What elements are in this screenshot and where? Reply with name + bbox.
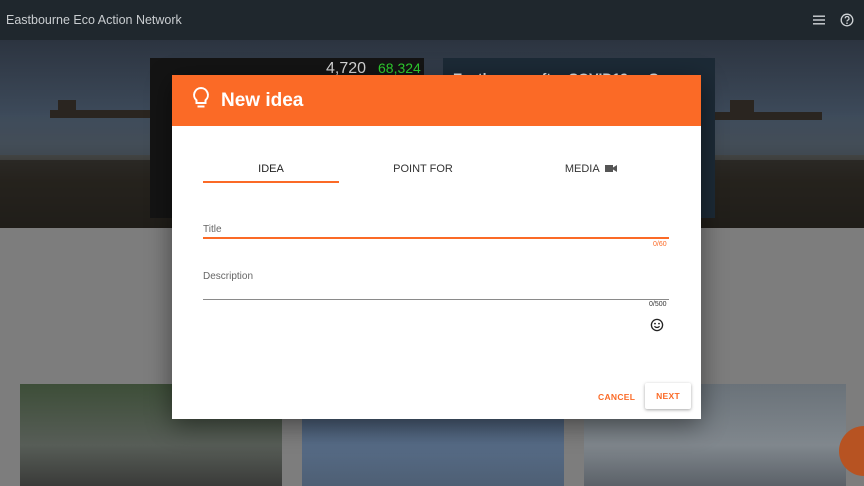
description-char-counter: 0/500 (649, 301, 667, 308)
next-button-label: NEXT (656, 391, 680, 401)
dialog-tabs: IDEA POINT FOR MEDIA (203, 161, 669, 185)
description-field-underline (203, 299, 669, 300)
tab-point-for[interactable]: POINT FOR (355, 161, 491, 185)
help-circle-icon[interactable] (840, 13, 854, 27)
tab-media[interactable]: MEDIA (513, 161, 669, 185)
active-tab-indicator (203, 181, 339, 183)
top-app-bar: Eastbourne Eco Action Network (0, 0, 864, 40)
tab-idea-label: IDEA (258, 163, 284, 175)
title-input[interactable] (203, 217, 673, 239)
cancel-button[interactable]: CANCEL (598, 392, 635, 402)
title-field-underline (203, 237, 669, 239)
topbar-actions (812, 13, 854, 27)
dialog-title: New idea (221, 89, 304, 111)
lightbulb-icon (191, 86, 211, 115)
new-idea-dialog: New idea IDEA POINT FOR MEDIA Title 0/60… (172, 75, 701, 419)
description-input[interactable] (203, 283, 673, 303)
description-field-label: Description (203, 271, 254, 282)
title-char-counter: 0/60 (653, 241, 667, 248)
hamburger-menu-icon[interactable] (812, 14, 826, 26)
video-number-2: 68,324 (378, 60, 421, 76)
video-camera-icon (605, 162, 618, 178)
dialog-header: New idea (172, 75, 701, 126)
smiley-face-icon[interactable] (650, 318, 664, 337)
tab-media-label: MEDIA (564, 163, 600, 175)
app-title[interactable]: Eastbourne Eco Action Network (6, 13, 182, 27)
tab-point-for-label: POINT FOR (393, 163, 453, 175)
next-button[interactable]: NEXT (645, 383, 691, 409)
